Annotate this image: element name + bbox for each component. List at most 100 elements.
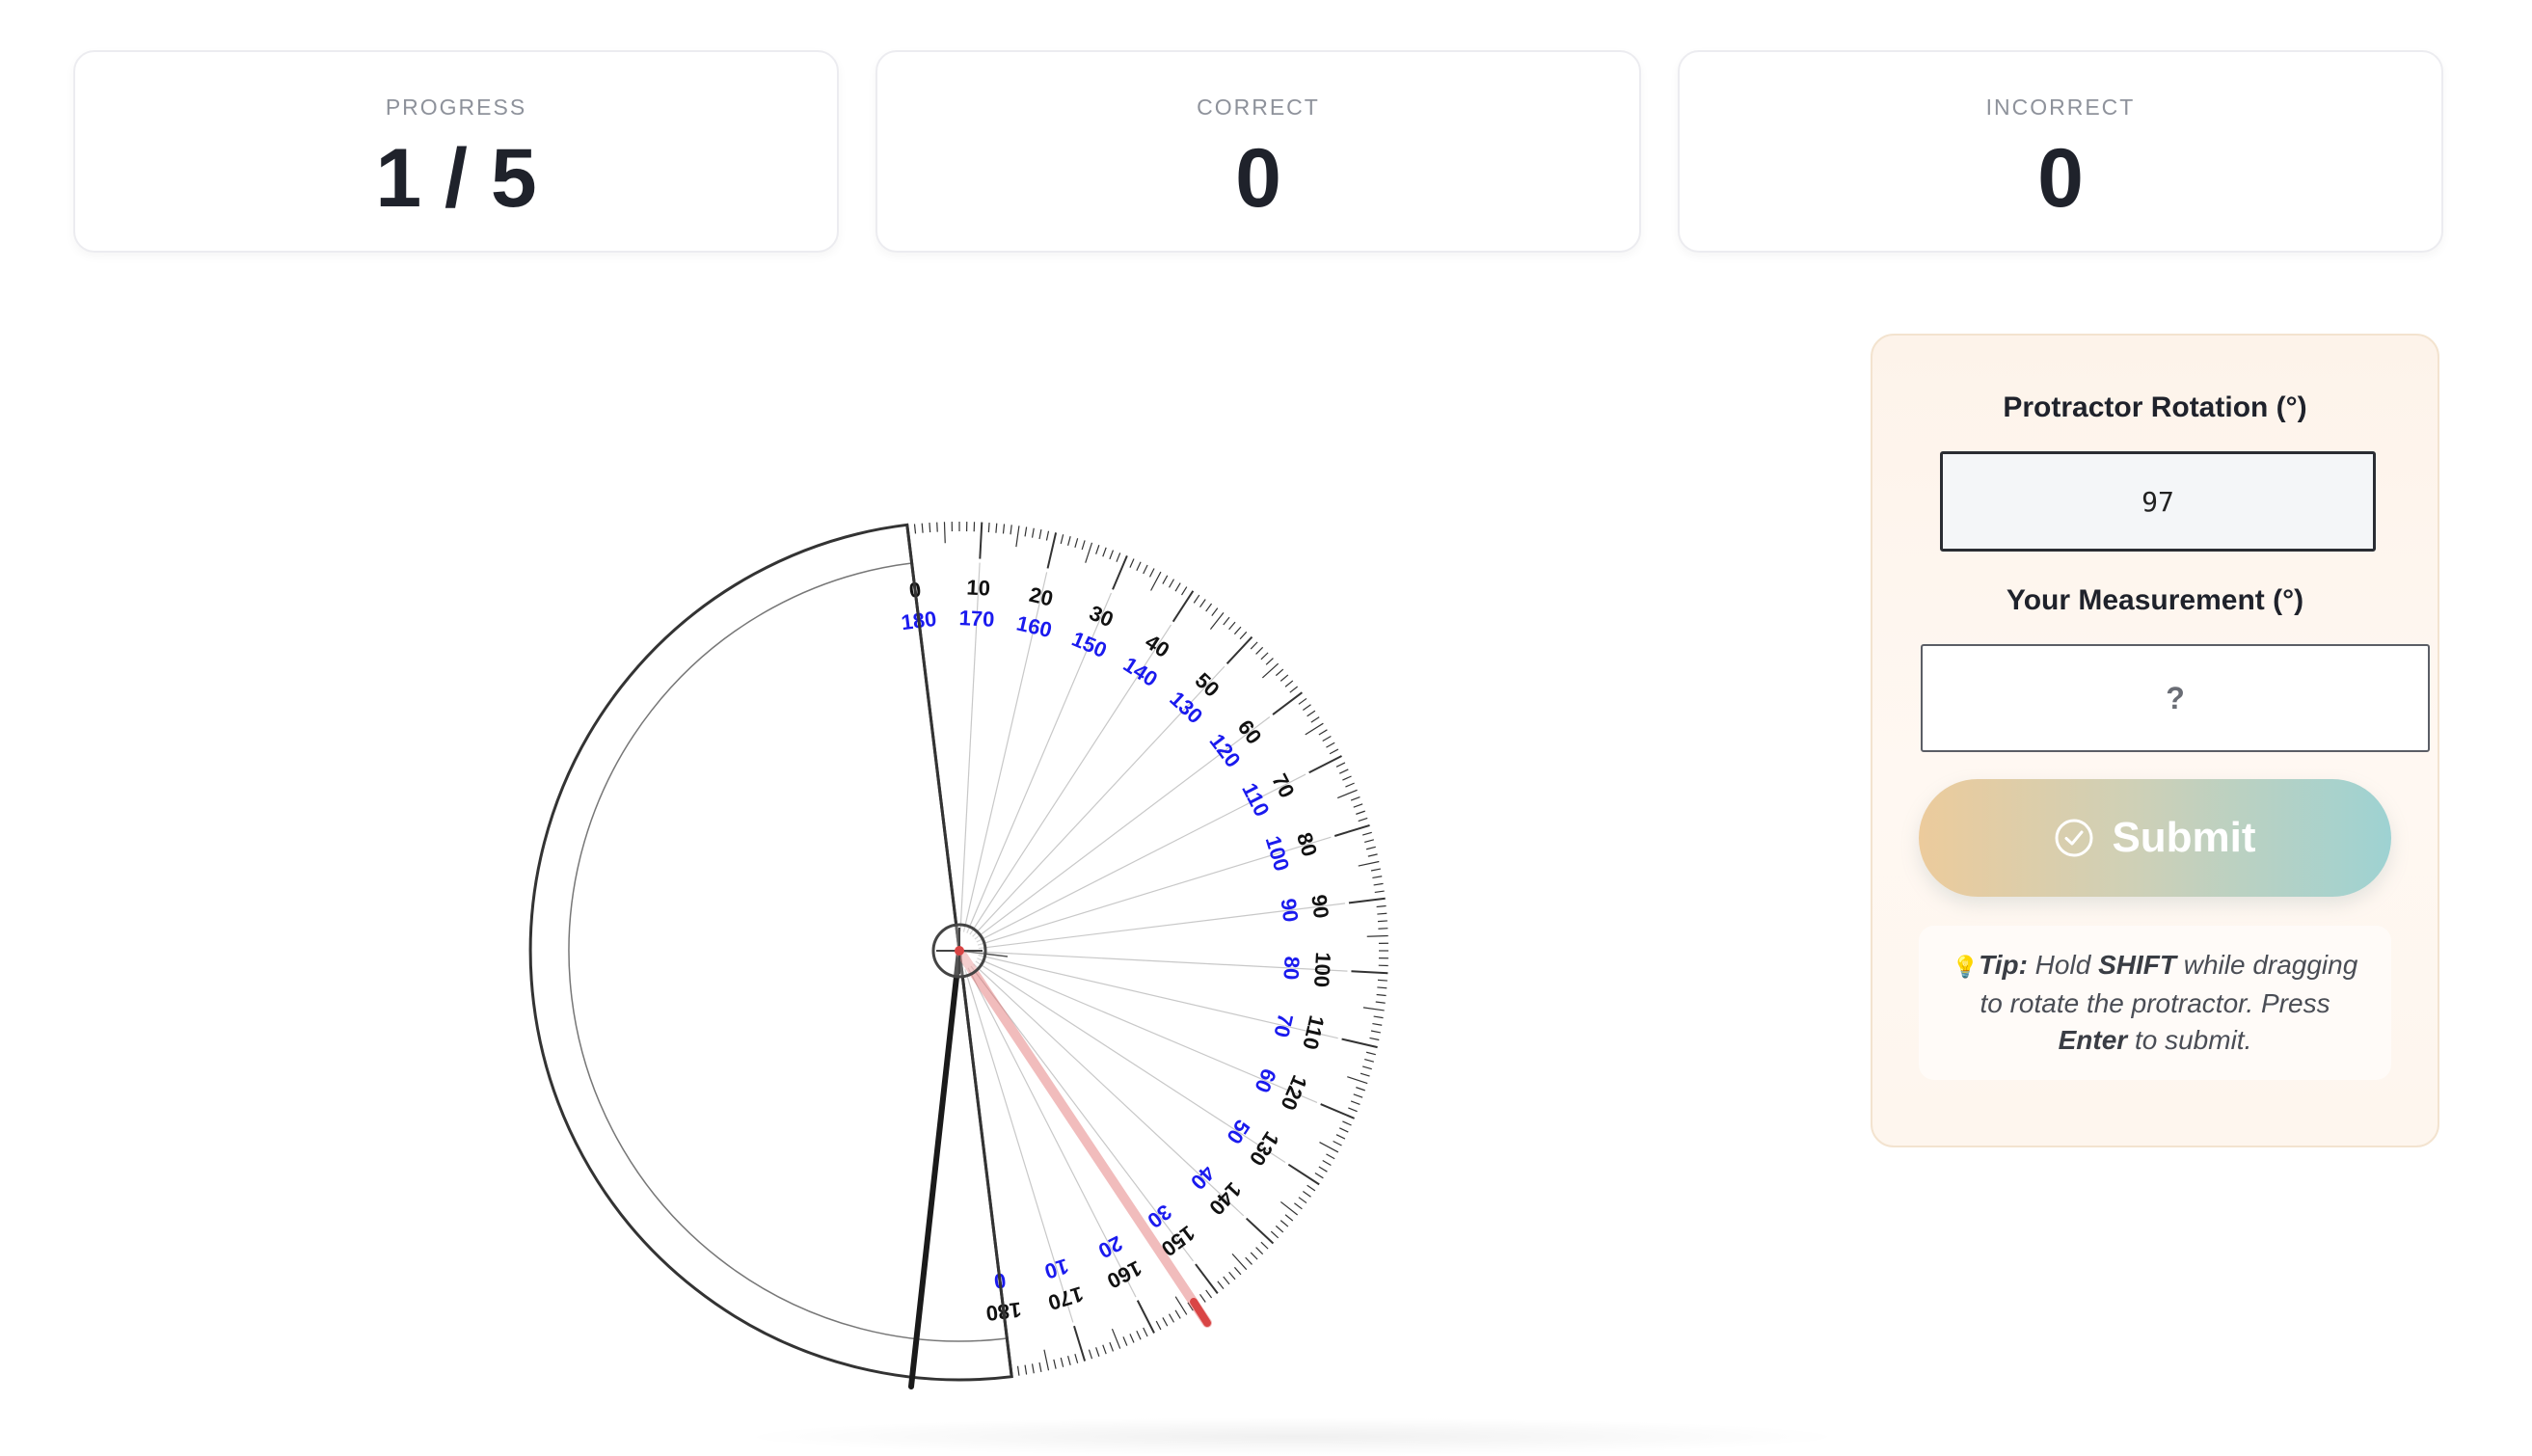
protractor-tick xyxy=(1240,632,1247,638)
protractor-tick xyxy=(1285,681,1293,687)
protractor-tick xyxy=(1342,776,1351,780)
protractor-tick xyxy=(1306,723,1324,735)
protractor-tick xyxy=(1130,558,1134,567)
measurement-input[interactable] xyxy=(1921,644,2430,752)
protractor-tick xyxy=(1196,1264,1218,1293)
protractor-tick xyxy=(1363,1008,1385,1011)
protractor-tick xyxy=(1046,531,1048,541)
protractor-tick xyxy=(1351,797,1360,801)
correct-card: CORRECT 0 xyxy=(875,50,1641,253)
protractor-tick xyxy=(1130,1334,1134,1342)
protractor-tick xyxy=(1246,1257,1253,1264)
outer-scale-label: 40 xyxy=(1141,630,1173,662)
protractor-tick xyxy=(1206,1290,1212,1298)
protractor-tick xyxy=(1372,1024,1382,1026)
outer-scale-label: 80 xyxy=(1292,829,1322,859)
protractor-tick xyxy=(1345,783,1354,787)
protractor-tick xyxy=(996,524,997,533)
protractor-tick xyxy=(1266,659,1273,665)
protractor-tick xyxy=(980,523,982,559)
protractor-tick xyxy=(1356,1088,1364,1091)
protractor-tick xyxy=(1232,1254,1247,1269)
inner-scale-label: 150 xyxy=(1068,627,1111,662)
outer-scale-label: 90 xyxy=(1306,893,1333,919)
inner-scale-label: 50 xyxy=(1222,1116,1254,1148)
inner-scale-label: 60 xyxy=(1250,1065,1281,1096)
protractor-tick xyxy=(1276,1226,1283,1232)
protractor-tick xyxy=(1261,1242,1268,1249)
protractor-tick xyxy=(1175,583,1180,592)
outer-scale-label: 30 xyxy=(1086,601,1117,633)
protractor-tick xyxy=(988,523,989,532)
inner-scale-label: 70 xyxy=(1269,1011,1298,1039)
outer-scale-label: 100 xyxy=(1309,952,1335,988)
measurement-label: Your Measurement (°) xyxy=(1872,584,2438,617)
tip-box: 💡Tip: Hold SHIFT while dragging to rotat… xyxy=(1919,926,2391,1080)
protractor-tick xyxy=(1377,905,1387,906)
inner-scale-label: 90 xyxy=(1277,897,1304,923)
protractor-tick xyxy=(1262,663,1278,678)
protractor-tick xyxy=(1299,698,1306,704)
protractor-tick xyxy=(1033,1363,1035,1373)
submit-button[interactable]: Submit xyxy=(1919,779,2391,897)
outer-scale-label: 110 xyxy=(1298,1013,1329,1052)
protractor-tick xyxy=(1229,1272,1235,1280)
protractor-tick xyxy=(1068,536,1071,546)
protractor-tick xyxy=(1212,608,1218,616)
protractor-tick xyxy=(1319,1167,1328,1172)
protractor-tick xyxy=(1200,1294,1206,1302)
protractor-tick xyxy=(1103,548,1106,556)
inner-scale-label: 160 xyxy=(1014,611,1054,643)
protractor-tick xyxy=(1075,1354,1078,1363)
protractor-canvas[interactable]: 0180101702016030150401405013060120701108… xyxy=(0,309,1832,1439)
protractor-tick xyxy=(929,523,930,532)
protractor-tick xyxy=(1294,1203,1302,1209)
incorrect-value: 0 xyxy=(1680,129,2441,229)
protractor-tick xyxy=(1307,1185,1315,1191)
protractor-tick xyxy=(1362,1066,1372,1069)
protractor-tick xyxy=(1086,543,1092,563)
protractor-tick xyxy=(1356,811,1364,814)
protractor-tick xyxy=(937,523,938,532)
outer-scale-label: 120 xyxy=(1276,1072,1311,1115)
check-circle-icon xyxy=(2054,818,2094,858)
protractor-tick xyxy=(1039,1362,1041,1372)
protractor-tick xyxy=(1068,1356,1071,1365)
rotation-input[interactable] xyxy=(1940,451,2376,552)
protractor-tick xyxy=(1377,994,1387,995)
tip-key-enter: Enter xyxy=(2059,1025,2128,1055)
protractor-tick xyxy=(1003,524,1004,533)
protractor-tick xyxy=(1351,1101,1360,1105)
protractor-tick xyxy=(1326,1154,1334,1159)
protractor-tick xyxy=(1303,705,1310,711)
protractor-tick xyxy=(1117,553,1120,561)
protractor-tick xyxy=(1144,1328,1147,1336)
tip-text-3: to submit. xyxy=(2127,1025,2251,1055)
protractor-tick xyxy=(1368,854,1378,856)
inner-scale-label: 110 xyxy=(1237,779,1274,821)
protractor-tick xyxy=(914,524,915,533)
protractor-tick xyxy=(1366,1052,1376,1054)
inner-scale-label: 80 xyxy=(1279,956,1304,981)
protractor-tick xyxy=(1336,1135,1345,1139)
protractor-tick xyxy=(944,522,945,543)
protractor-tick xyxy=(1288,1165,1319,1185)
protractor-tick xyxy=(1163,1317,1168,1326)
pivot-handle[interactable] xyxy=(933,925,985,977)
protractor-tick xyxy=(1319,1143,1337,1152)
protractor-tick xyxy=(1256,1248,1263,1254)
protractor-tick xyxy=(1224,1277,1229,1284)
protractor-tick xyxy=(1351,971,1387,973)
protractor-tick xyxy=(1323,1161,1332,1166)
protractor-tick xyxy=(1374,1016,1384,1018)
protractor-tick xyxy=(1377,987,1387,988)
protractor-tick xyxy=(1378,929,1387,930)
protractor-tick xyxy=(1342,1121,1351,1125)
protractor-tick xyxy=(1362,832,1372,835)
outer-scale-label: 170 xyxy=(1045,1281,1086,1315)
protractor-tick xyxy=(1175,1310,1180,1319)
protractor-tick xyxy=(1163,576,1168,584)
protractor-tick xyxy=(1113,555,1127,589)
inner-scale-label: 10 xyxy=(1042,1254,1072,1283)
protractor-tick xyxy=(1033,528,1035,538)
